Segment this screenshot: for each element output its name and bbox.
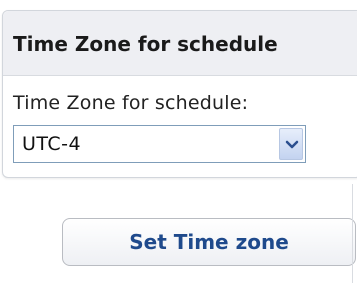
panel-header: Time Zone for schedule	[3, 11, 357, 76]
divider	[352, 184, 353, 283]
timezone-select-value: UTC-4	[22, 133, 82, 155]
set-time-zone-button[interactable]: Set Time zone	[62, 218, 356, 266]
timezone-select[interactable]: UTC-4	[13, 125, 306, 163]
dropdown-button[interactable]	[279, 128, 303, 160]
timezone-panel: Time Zone for schedule Time Zone for sch…	[2, 10, 357, 178]
timezone-label: Time Zone for schedule:	[13, 92, 249, 114]
panel-title: Time Zone for schedule	[13, 32, 278, 56]
chevron-down-icon	[285, 140, 299, 149]
